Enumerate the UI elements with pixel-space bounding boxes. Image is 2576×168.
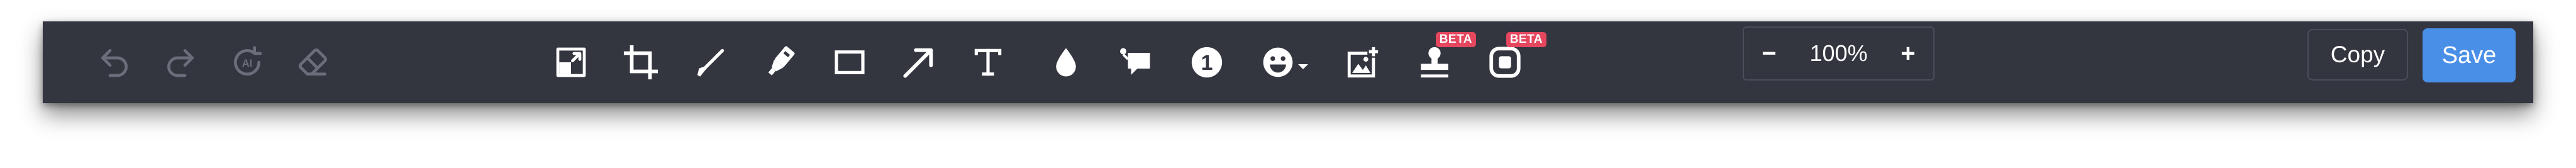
eraser-icon (298, 48, 327, 76)
step-number-button[interactable]: 1 (1180, 36, 1233, 89)
pen-button[interactable] (684, 36, 737, 89)
beta-badge: BETA (1435, 32, 1476, 47)
rectangle-icon (835, 50, 865, 74)
blur-drop-icon (1056, 48, 1076, 77)
blur-button[interactable] (1040, 36, 1092, 89)
callout-button[interactable] (1109, 36, 1162, 89)
redo-icon (167, 49, 194, 77)
emoji-button[interactable] (1250, 36, 1319, 89)
rectangle-button[interactable] (823, 36, 876, 89)
resize-icon (556, 47, 586, 77)
svg-text:AI: AI (242, 58, 252, 69)
editor-toolbar: AI 1 BETA BETA − 100% + Copy Save (43, 21, 2533, 103)
chevron-down-icon (1298, 64, 1308, 69)
arrow-icon (903, 48, 933, 78)
resize-button[interactable] (545, 36, 597, 89)
redo-button[interactable] (154, 36, 207, 89)
pen-icon (697, 48, 724, 77)
arrow-button[interactable] (892, 36, 945, 89)
crop-icon (623, 45, 658, 80)
eraser-button[interactable] (287, 36, 340, 89)
auto-enhance-icon: AI (234, 46, 262, 76)
zoom-level: 100% (1809, 40, 1868, 66)
step-number-icon: 1 (1191, 47, 1223, 78)
stamp-button[interactable]: BETA (1408, 32, 1476, 89)
add-image-icon (1347, 45, 1380, 78)
zoom-out-button[interactable]: − (1744, 28, 1794, 79)
undo-icon (101, 49, 128, 77)
beta-badge: BETA (1506, 32, 1546, 47)
zoom-in-button[interactable]: + (1883, 28, 1933, 79)
undo-button[interactable] (88, 36, 141, 89)
svg-text:1: 1 (1201, 51, 1213, 75)
highlighter-icon (768, 46, 795, 76)
zoom-control: − 100% + (1743, 26, 1935, 81)
crop-button[interactable] (614, 36, 667, 89)
callout-icon (1120, 48, 1150, 75)
frame-icon (1489, 47, 1521, 78)
add-image-button[interactable] (1336, 36, 1389, 89)
frame-button[interactable]: BETA (1479, 32, 1546, 89)
text-button[interactable] (962, 36, 1014, 89)
emoji-icon (1263, 47, 1293, 77)
stamp-icon (1421, 47, 1448, 78)
text-icon (974, 48, 1002, 76)
highlighter-button[interactable] (753, 36, 806, 89)
copy-button[interactable]: Copy (2307, 29, 2408, 81)
auto-enhance-button[interactable]: AI (221, 36, 274, 89)
save-button[interactable]: Save (2423, 28, 2516, 82)
